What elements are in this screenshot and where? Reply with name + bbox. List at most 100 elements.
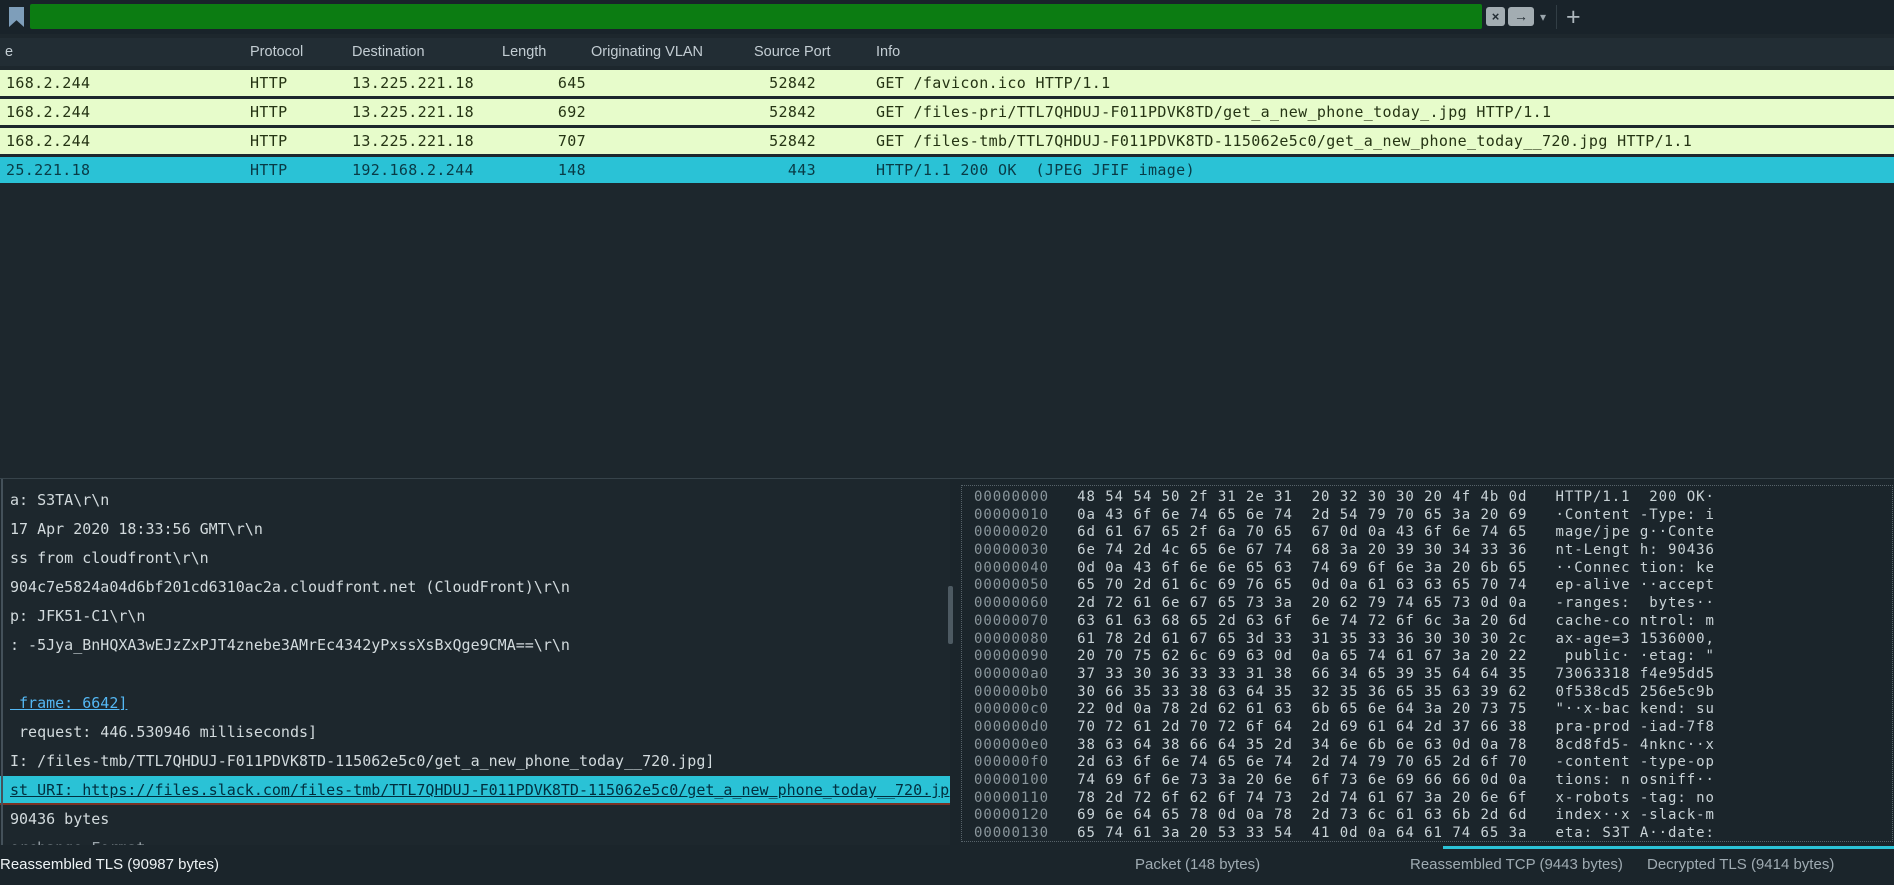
cell-source: 25.221.18 [6,157,90,183]
hex-row[interactable]: 00000050 65 70 2d 61 6c 69 76 65 0d 0a 6… [974,577,1715,595]
plus-icon: + [1566,3,1581,31]
hex-row[interactable]: 00000070 63 61 63 68 65 2d 63 6f 6e 74 7… [974,613,1715,631]
hex-offset: 000000d0 [974,719,1049,735]
cell-source-port: 52842 [726,99,816,125]
hex-bytes-ascii: 38 63 64 38 66 64 35 2d 34 6e 6b 6e 63 0… [1049,737,1715,753]
hex-bytes-ascii: 78 2d 72 6f 62 6f 74 73 2d 74 61 67 3a 2… [1049,790,1715,806]
cell-length: 692 [502,99,586,125]
hex-offset: 00000050 [974,577,1049,593]
display-filter-toolbar: http.request.full_uri contains "https://… [0,0,1894,34]
hex-row[interactable]: 000000c0 22 0d 0a 78 2d 62 61 63 6b 65 6… [974,701,1715,719]
hex-offset: 000000c0 [974,701,1049,717]
hex-bytes-ascii: 69 6e 64 65 78 0d 0a 78 2d 73 6c 61 63 6… [1049,807,1715,823]
add-filter-button[interactable]: + [1566,1,1581,33]
hex-bytes-ascii: 22 0d 0a 78 2d 62 61 63 6b 65 6e 64 3a 2… [1049,701,1715,717]
column-header-length[interactable]: Length [502,38,546,66]
hex-offset: 00000030 [974,542,1049,558]
hex-offset: 00000040 [974,560,1049,576]
tab-reassembled-tls[interactable]: Reassembled TLS (90987 bytes) [0,845,219,885]
hex-row[interactable]: 00000130 65 74 61 3a 20 53 33 54 41 0d 0… [974,825,1715,843]
hex-row[interactable]: 00000090 20 70 75 62 6c 69 63 0d 0a 65 7… [974,648,1715,666]
hex-row[interactable]: 00000010 0a 43 6f 6e 74 65 6e 74 2d 54 7… [974,507,1715,525]
selected-field-request-uri[interactable]: st URI: https://files.slack.com/files-tm… [0,776,950,805]
hex-offset: 00000130 [974,825,1049,841]
detail-line[interactable]: ss from cloudfront\r\n [0,544,950,573]
column-header-originating-vlan[interactable]: Originating VLAN [591,38,703,66]
frame-link[interactable]: frame: 6642] [0,689,950,718]
details-pane-edge [1,479,3,885]
hex-offset: 00000090 [974,648,1049,664]
packet-details-pane: a: S3TA\r\n17 Apr 2020 18:33:56 GMT\r\ns… [0,479,950,885]
detail-line[interactable]: request: 446.530946 milliseconds] [0,718,950,747]
display-filter-input[interactable]: http.request.full_uri contains "https://… [30,4,1482,29]
hex-row[interactable]: 00000120 69 6e 64 65 78 0d 0a 78 2d 73 6… [974,807,1715,825]
cell-length: 645 [502,70,586,96]
hex-offset: 00000070 [974,613,1049,629]
detail-line[interactable] [0,660,950,689]
hex-bytes-ascii: 0a 43 6f 6e 74 65 6e 74 2d 54 79 70 65 3… [1049,507,1715,523]
tab-decrypted-tls[interactable]: Decrypted TLS (9414 bytes) [1647,845,1834,885]
column-header-protocol[interactable]: Protocol [250,38,303,66]
detail-line[interactable]: a: S3TA\r\n [0,486,950,515]
hex-row[interactable]: 000000d0 70 72 61 2d 70 72 6f 64 2d 69 6… [974,719,1715,737]
hex-row[interactable]: 00000020 6d 61 67 65 2f 6a 70 65 67 0d 0… [974,524,1715,542]
hex-row[interactable]: 000000a0 37 33 30 36 33 33 31 38 66 34 6… [974,666,1715,684]
hex-row[interactable]: 00000110 78 2d 72 6f 62 6f 74 73 2d 74 6… [974,790,1715,808]
detail-line[interactable]: I: /files-tmb/TTL7QHDUJ-F011PDVK8TD-1150… [0,747,950,776]
hex-bytes-ascii: 2d 72 61 6e 67 65 73 3a 20 62 79 74 65 7… [1049,595,1715,611]
hex-row[interactable]: 000000e0 38 63 64 38 66 64 35 2d 34 6e 6… [974,737,1715,755]
packet-list-header: e Protocol Destination Length Originatin… [0,38,1894,66]
hex-row[interactable]: 00000080 61 78 2d 61 67 65 3d 33 31 35 3… [974,631,1715,649]
cell-destination: 13.225.221.18 [352,99,474,125]
detail-line[interactable]: 17 Apr 2020 18:33:56 GMT\r\n [0,515,950,544]
hex-row[interactable]: 00000060 2d 72 61 6e 67 65 73 3a 20 62 7… [974,595,1715,613]
cell-info: GET /favicon.ico HTTP/1.1 [876,70,1111,96]
hex-offset: 00000110 [974,790,1049,806]
packet-row[interactable]: 168.2.244HTTP13.225.221.1869252842GET /f… [0,99,1894,125]
hex-offset: 00000060 [974,595,1049,611]
cell-source: 168.2.244 [6,99,90,125]
hex-row[interactable]: 00000100 74 69 6f 6e 73 3a 20 6e 6f 73 6… [974,772,1715,790]
hex-row[interactable]: 000000b0 30 66 35 33 38 63 64 35 32 35 3… [974,684,1715,702]
hex-offset: 000000e0 [974,737,1049,753]
hex-bytes-ascii: 2d 63 6f 6e 74 65 6e 74 2d 74 79 70 65 2… [1049,754,1715,770]
details-scrollbar-thumb[interactable] [948,586,953,644]
hex-bytes-ascii: 70 72 61 2d 70 72 6f 64 2d 69 61 64 2d 3… [1049,719,1715,735]
hex-row[interactable]: 00000000 48 54 54 50 2f 31 2e 31 20 32 3… [974,489,1715,507]
apply-filter-button[interactable]: → [1508,7,1534,26]
detail-line[interactable]: 90436 bytes [0,805,950,834]
detail-line[interactable]: p: JFK51-C1\r\n [0,602,950,631]
cell-source: 168.2.244 [6,70,90,96]
packet-row[interactable]: 168.2.244HTTP13.225.221.1864552842GET /f… [0,70,1894,96]
hex-row[interactable]: 00000030 6e 74 2d 4c 65 6e 67 74 68 3a 2… [974,542,1715,560]
cell-source: 168.2.244 [6,128,90,154]
filter-history-dropdown[interactable]: ▾ [1540,8,1546,26]
tab-reassembled-tcp[interactable]: Reassembled TCP (9443 bytes) [1410,845,1623,885]
hex-dump-pane[interactable]: 00000000 48 54 54 50 2f 31 2e 31 20 32 3… [974,489,1715,843]
cell-protocol: HTTP [250,128,288,154]
cell-source-port: 443 [726,157,816,183]
clear-filter-button[interactable]: × [1486,7,1505,26]
hex-bytes-ascii: 6e 74 2d 4c 65 6e 67 74 68 3a 20 39 30 3… [1049,542,1715,558]
column-header-source[interactable]: e [5,38,13,66]
cell-protocol: HTTP [250,70,288,96]
byte-view-tab-bar: Packet (148 bytes) Reassembled TCP (9443 … [0,845,1894,885]
detail-line[interactable]: 904c7e5824a04d6bf201cd6310ac2a.cloudfron… [0,573,950,602]
packet-row[interactable]: 25.221.18HTTP192.168.2.244148443HTTP/1.1… [0,157,1894,183]
column-header-destination[interactable]: Destination [352,38,425,66]
packet-row[interactable]: 168.2.244HTTP13.225.221.1870752842GET /f… [0,128,1894,154]
hex-row[interactable]: 000000f0 2d 63 6f 6e 74 65 6e 74 2d 74 7… [974,754,1715,772]
filter-bookmark-button[interactable] [7,5,29,29]
hex-row[interactable]: 00000040 0d 0a 43 6f 6e 6e 65 63 74 69 6… [974,560,1715,578]
tab-packet[interactable]: Packet (148 bytes) [1135,845,1260,885]
chevron-down-icon: ▾ [1540,10,1546,24]
hex-bytes-ascii: 61 78 2d 61 67 65 3d 33 31 35 33 36 30 3… [1049,631,1715,647]
cell-info: HTTP/1.1 200 OK (JPEG JFIF image) [876,157,1195,183]
hex-bytes-ascii: 63 61 63 68 65 2d 63 6f 6e 74 72 6f 6c 3… [1049,613,1715,629]
column-header-source-port[interactable]: Source Port [754,38,831,66]
hex-offset: 00000120 [974,807,1049,823]
column-header-info[interactable]: Info [876,38,900,66]
cell-destination: 192.168.2.244 [352,157,474,183]
detail-line[interactable]: : -5Jya_BnHQXA3wEJzZxPJT4znebe3AMrEc4342… [0,631,950,660]
hex-bytes-ascii: 65 70 2d 61 6c 69 76 65 0d 0a 61 63 63 6… [1049,577,1715,593]
